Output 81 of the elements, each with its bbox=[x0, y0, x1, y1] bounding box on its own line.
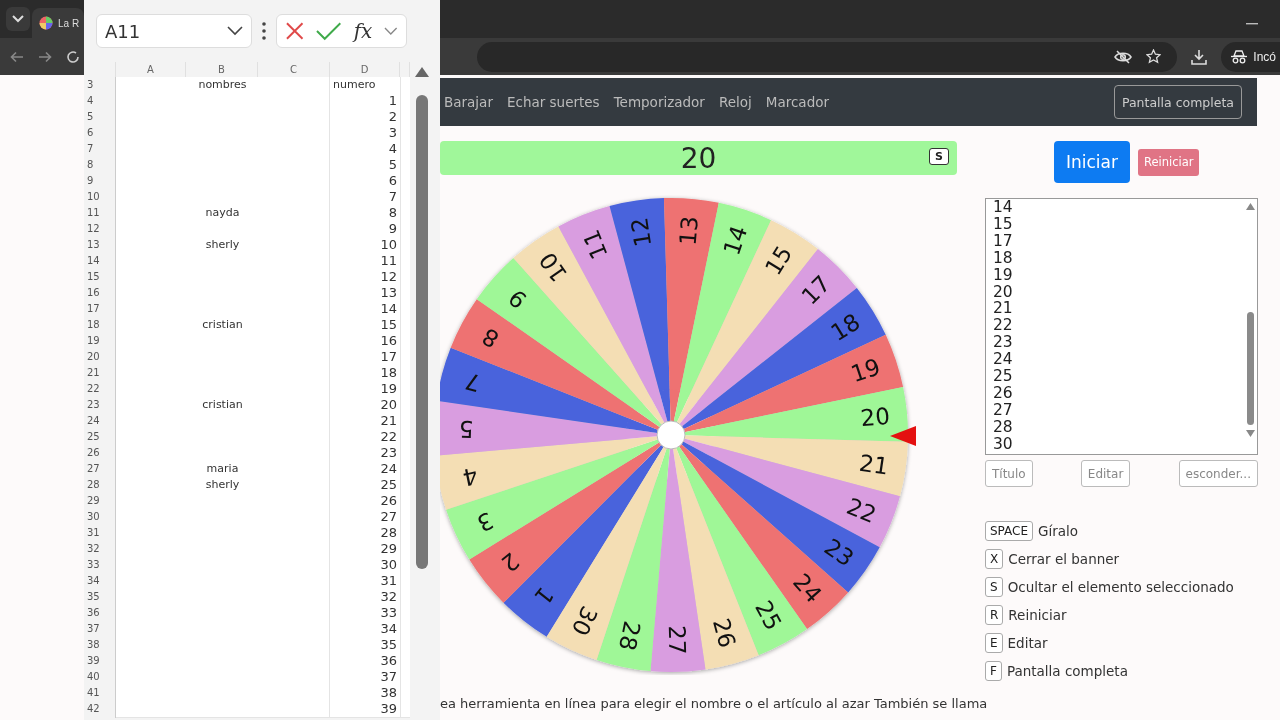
table-cell bbox=[400, 77, 410, 94]
nav-link[interactable]: Temporizador bbox=[613, 94, 705, 110]
scrollbar-thumb[interactable] bbox=[1247, 312, 1254, 425]
keyboard-key: SPACE bbox=[985, 521, 1034, 541]
scroll-down-icon[interactable] bbox=[1246, 430, 1255, 437]
names-textarea[interactable]: 14 15 17 18 19 20 21 22 23 24 25 26 27 28 30 bbox=[985, 198, 1258, 455]
scroll-up-icon[interactable] bbox=[415, 67, 429, 77]
segment-label: 2 bbox=[496, 547, 525, 577]
segment-label: 19 bbox=[847, 353, 884, 388]
nav-link[interactable]: Marcador bbox=[765, 94, 829, 110]
keyboard-key: S bbox=[929, 148, 949, 165]
names-text: 14 15 17 18 19 20 21 22 23 24 25 26 27 28 30 bbox=[992, 199, 1014, 453]
segment-label: 25 bbox=[750, 596, 787, 635]
chevron-down-icon bbox=[384, 27, 398, 35]
segment-label: 30 bbox=[566, 602, 603, 640]
segment-label: 21 bbox=[857, 449, 891, 480]
fullscreen-button[interactable]: Pantalla completa bbox=[1113, 85, 1242, 119]
start-button[interactable]: Iniciar bbox=[1054, 141, 1130, 183]
shortcut-label: Cerrar el banner bbox=[1008, 551, 1120, 567]
list-button[interactable]: Editar bbox=[1080, 460, 1131, 487]
cell-reference: A11 bbox=[105, 20, 141, 42]
segment-label: 13 bbox=[674, 215, 703, 247]
forward-arrow-icon[interactable] bbox=[38, 50, 52, 63]
keyboard-key: S bbox=[985, 577, 1003, 597]
incognito-button[interactable]: Incó bbox=[1221, 41, 1280, 72]
keyboard-key: E bbox=[985, 633, 1003, 653]
pointer-icon bbox=[890, 426, 916, 446]
scrollbar-thumb[interactable] bbox=[416, 95, 428, 569]
list-button[interactable]: esconder... bbox=[1178, 460, 1258, 487]
tab-list-button[interactable] bbox=[6, 7, 30, 31]
more-options-icon[interactable] bbox=[262, 22, 266, 40]
keyboard-key: F bbox=[985, 661, 1002, 681]
segment-label: 22 bbox=[843, 493, 880, 529]
chevron-down-icon bbox=[12, 15, 24, 23]
color-wheel-icon bbox=[39, 16, 53, 30]
download-icon[interactable] bbox=[1191, 48, 1208, 65]
result-text: 20 bbox=[680, 141, 717, 175]
cancel-icon[interactable] bbox=[285, 21, 305, 41]
segment-label: 26 bbox=[707, 615, 741, 651]
list-button[interactable]: Título bbox=[985, 460, 1033, 487]
check-icon[interactable] bbox=[316, 21, 342, 41]
segment-label: 5 bbox=[458, 415, 474, 443]
keyboard-key: X bbox=[985, 549, 1004, 569]
reload-icon[interactable] bbox=[66, 49, 80, 64]
segment-label: 1 bbox=[529, 582, 559, 610]
shortcut-label: Editar bbox=[1007, 635, 1048, 651]
back-arrow-icon[interactable] bbox=[10, 50, 24, 63]
shortcut-label: Gíralo bbox=[1038, 523, 1079, 539]
star-icon[interactable] bbox=[1146, 49, 1162, 64]
segment-label: 12 bbox=[626, 215, 657, 249]
keyboard-key: R bbox=[985, 605, 1004, 625]
description-text: ea herramienta en línea para elegir el nombre o el artículo al azar También se llama bbox=[440, 696, 989, 711]
nav-link[interactable]: Echar suertes bbox=[506, 94, 600, 110]
minimize-icon[interactable] bbox=[1246, 22, 1258, 25]
segment-label: 7 bbox=[462, 367, 484, 397]
segment-label: 15 bbox=[759, 241, 798, 280]
function-button[interactable]: fx bbox=[353, 19, 373, 43]
incognito-icon bbox=[1231, 49, 1248, 64]
shortcut-label: Ocultar el elemento seleccionado bbox=[1007, 579, 1234, 595]
segment-label: 14 bbox=[718, 222, 753, 259]
nav-link[interactable]: Barajar bbox=[444, 94, 493, 110]
eye-slash-icon[interactable] bbox=[1114, 49, 1133, 64]
segment-label: 18 bbox=[826, 308, 865, 347]
segment-label: 20 bbox=[859, 402, 891, 432]
segment-label: 10 bbox=[534, 247, 573, 287]
table-cell: 39 bbox=[330, 701, 400, 718]
segment-label: 27 bbox=[663, 624, 691, 655]
segment-label: 9 bbox=[503, 284, 532, 314]
chevron-down-icon bbox=[227, 26, 243, 36]
segment-label: 3 bbox=[473, 506, 498, 537]
segment-label: 8 bbox=[477, 322, 504, 353]
segment-label: 28 bbox=[614, 618, 646, 653]
segment-label: 17 bbox=[796, 270, 836, 310]
shortcut-label: Pantalla completa bbox=[1006, 663, 1128, 679]
shortcut-label: Reiniciar bbox=[1008, 607, 1067, 623]
nav-link[interactable]: Reloj bbox=[718, 94, 752, 110]
segment-label: 4 bbox=[460, 462, 481, 491]
scroll-up-icon[interactable] bbox=[1246, 203, 1255, 210]
segment-label: 11 bbox=[577, 226, 613, 263]
name-box[interactable]: A11 bbox=[96, 14, 252, 48]
browser-tab[interactable]: La R bbox=[32, 8, 84, 38]
